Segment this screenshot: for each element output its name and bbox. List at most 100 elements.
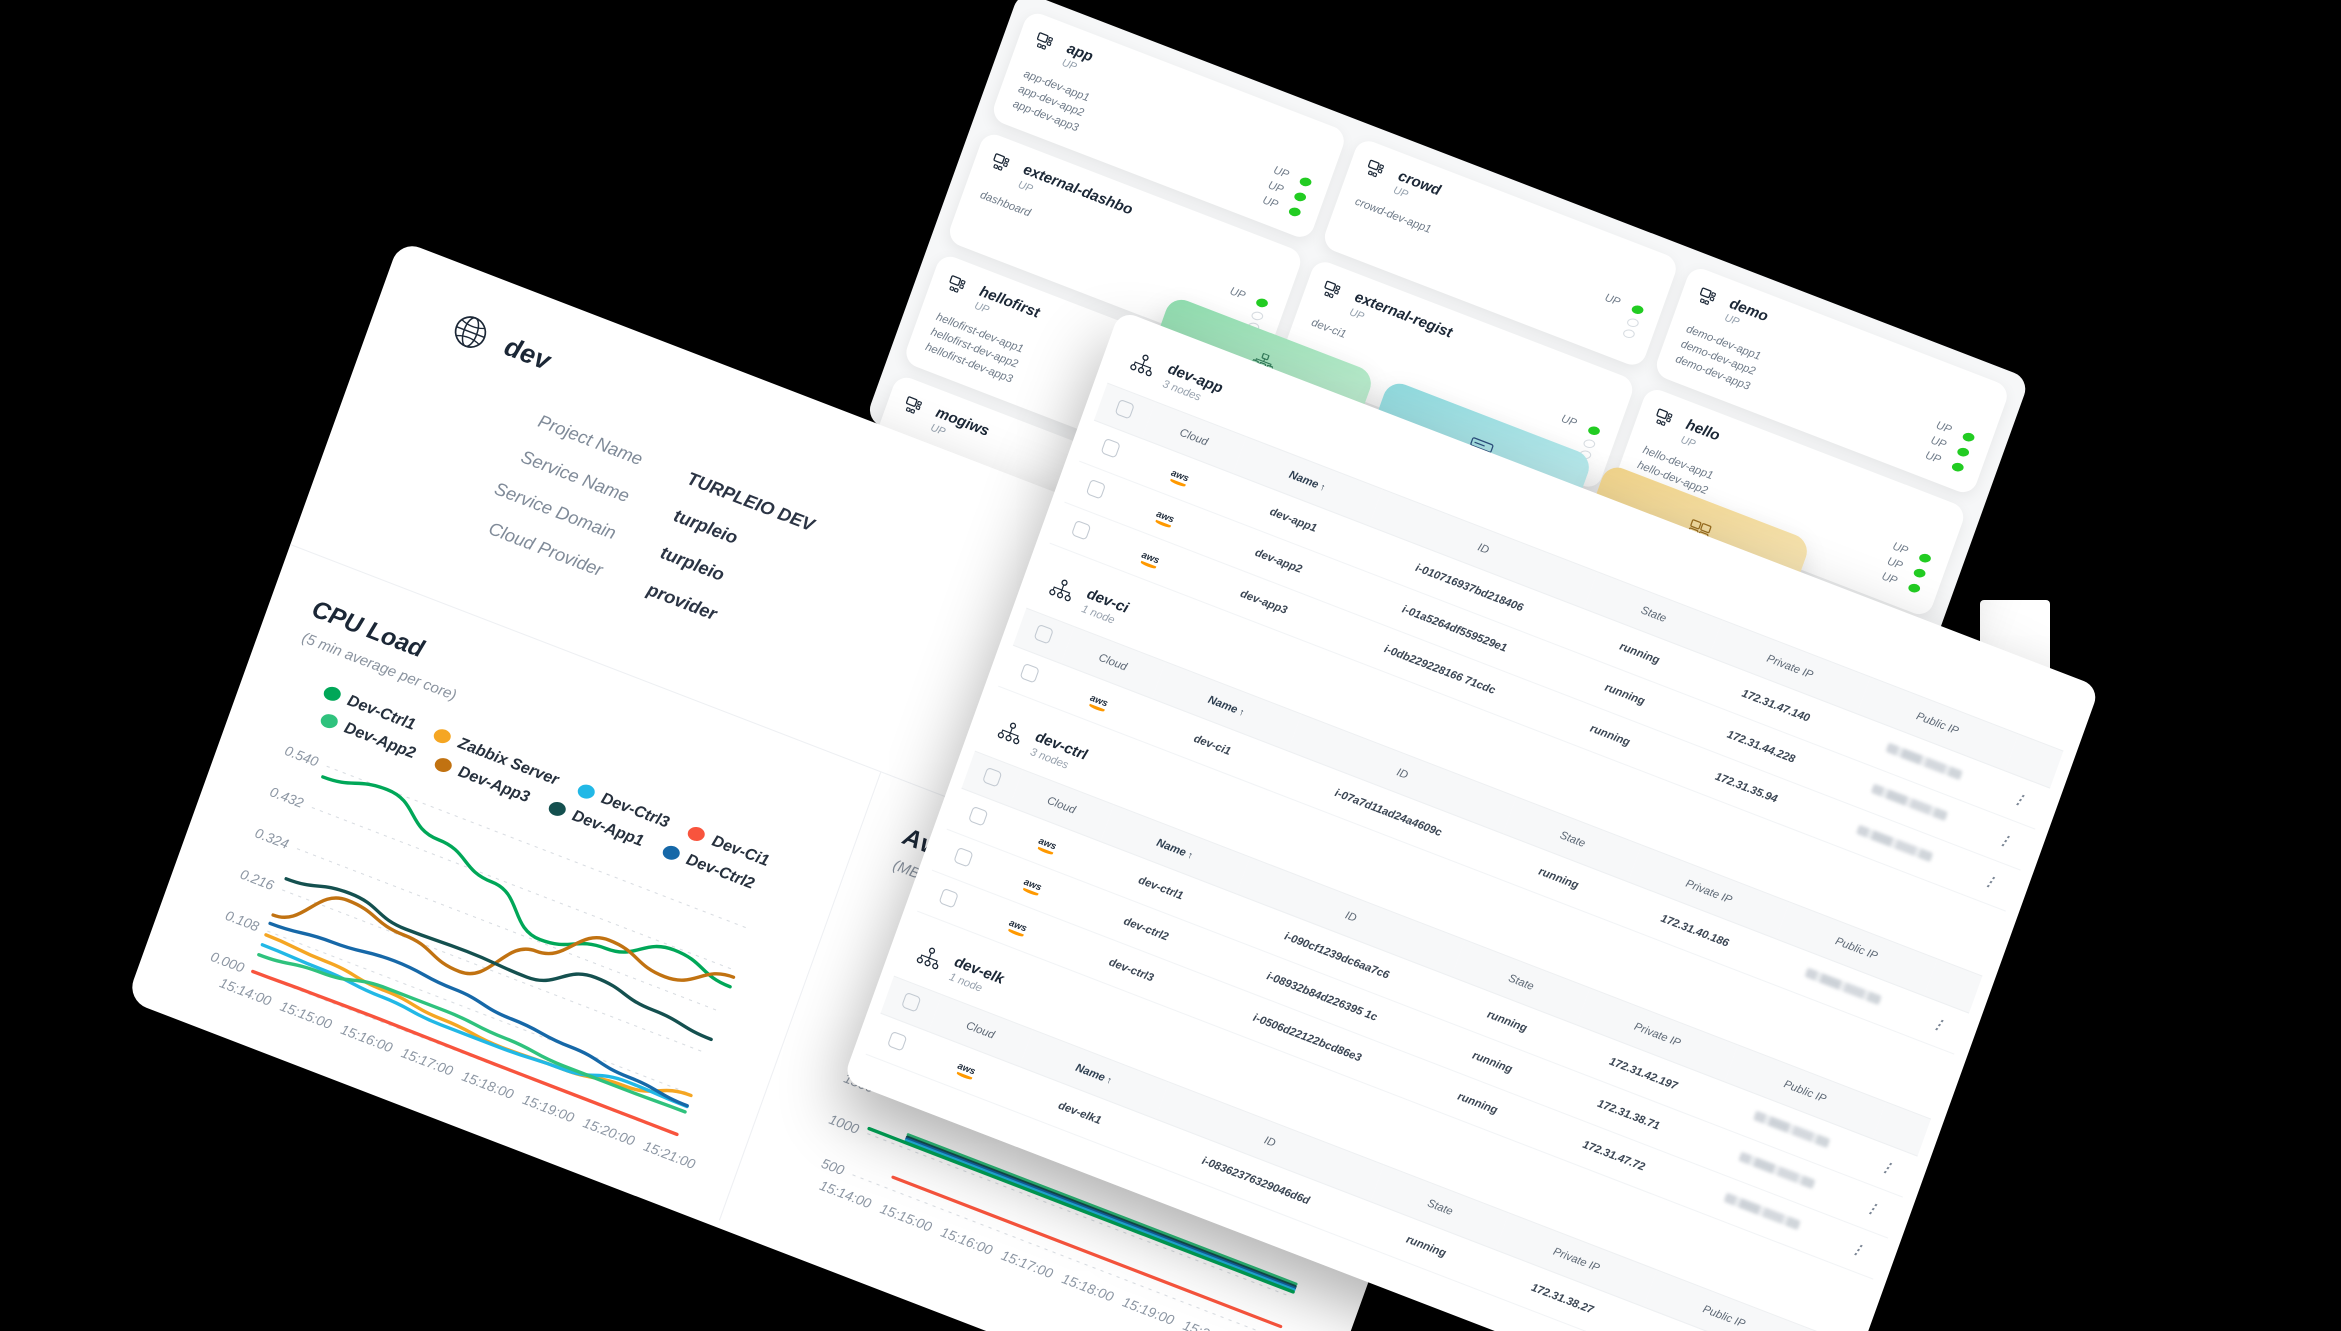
svg-text:15:17:00: 15:17:00: [999, 1247, 1055, 1282]
column-header-label: State: [1506, 971, 1536, 994]
app-cube-icon: [1695, 287, 1721, 313]
svg-text:15:18:00: 15:18:00: [460, 1068, 516, 1103]
svg-text:15:17:00: 15:17:00: [399, 1044, 455, 1079]
app-cube-icon: [901, 396, 927, 422]
more-options-icon[interactable]: ⋮: [1929, 1014, 1948, 1034]
more-options-icon[interactable]: ⋮: [1863, 1198, 1882, 1218]
svg-text:15:18:00: 15:18:00: [1060, 1270, 1116, 1305]
svg-text:0.540: 0.540: [283, 742, 321, 770]
sort-ascending-icon: ↑: [1102, 1073, 1114, 1087]
column-header-label: Private IP: [1683, 877, 1734, 907]
status-dot-up: [1913, 568, 1926, 579]
svg-text:0.324: 0.324: [253, 825, 291, 853]
legend-color-dot: [433, 728, 452, 744]
legend-color-dot: [548, 801, 566, 817]
select-all-checkbox[interactable]: [901, 991, 922, 1013]
status-dot-up: [1957, 447, 1970, 457]
row-checkbox[interactable]: [938, 887, 960, 909]
app-card-heading: crowd UP: [1391, 167, 1443, 212]
app-cube-icon: [1364, 159, 1390, 185]
aws-logo-icon: aws: [1021, 876, 1044, 897]
svg-text:15:20:00: 15:20:00: [581, 1114, 637, 1149]
status-dot-up: [1951, 462, 1964, 472]
status-dot-up: [1631, 304, 1644, 315]
column-header-label: Cloud: [1177, 426, 1210, 449]
select-all-checkbox[interactable]: [1114, 398, 1136, 420]
status-dot-empty: [1582, 439, 1595, 449]
column-header-label: Cloud: [1045, 794, 1078, 817]
column-header-label: Name: [1287, 468, 1321, 492]
status-dot-up: [1299, 177, 1312, 187]
column-header-label: Public IP: [1701, 1302, 1747, 1331]
row-checkbox[interactable]: [1086, 478, 1107, 500]
select-all-checkbox[interactable]: [982, 766, 1003, 788]
column-header-label: Private IP: [1551, 1245, 1602, 1275]
app-card-heading: hello UP: [1679, 416, 1722, 458]
app-cube-icon: [945, 274, 971, 300]
svg-text:0.216: 0.216: [238, 866, 276, 894]
status-dot-up: [1256, 298, 1269, 308]
row-checkbox[interactable]: [953, 846, 974, 868]
column-header-label: ID: [1475, 540, 1491, 557]
column-header-label: ID: [1394, 765, 1410, 782]
column-header-label: Private IP: [1632, 1020, 1683, 1050]
more-options-icon[interactable]: ⋮: [1848, 1239, 1867, 1259]
aws-logo-icon: aws: [1007, 917, 1029, 938]
aws-logo-icon: aws: [1154, 508, 1176, 529]
app-card-heading: app UP: [1060, 39, 1095, 78]
info-value: turpleio: [657, 542, 727, 586]
aws-logo-icon: aws: [955, 1060, 977, 1081]
more-options-icon[interactable]: ⋮: [1878, 1157, 1897, 1177]
sort-ascending-icon: ↑: [1316, 480, 1327, 494]
sort-ascending-icon: ↑: [1183, 848, 1195, 862]
column-header-label: Name: [1154, 836, 1188, 860]
column-header-label: Cloud: [964, 1019, 997, 1042]
cluster-meta: dev-ctrl 3 nodes: [1028, 727, 1089, 776]
more-options-icon[interactable]: ⋮: [1981, 871, 2000, 891]
more-options-icon[interactable]: ⋮: [2010, 789, 2029, 809]
column-header-label: ID: [1262, 1133, 1278, 1150]
column-header-label: Name: [1073, 1061, 1107, 1085]
aws-logo-icon: aws: [1169, 467, 1191, 488]
cluster-icon: [1127, 350, 1158, 382]
legend-color-dot: [687, 826, 706, 842]
svg-text:15:16:00: 15:16:00: [939, 1224, 995, 1259]
status-dot-empty: [1251, 311, 1264, 321]
column-header-label: ID: [1343, 908, 1359, 925]
legend-color-dot: [323, 686, 341, 702]
status-dot-empty: [1626, 317, 1639, 328]
app-card-heading: demo UP: [1723, 294, 1771, 338]
cluster-meta: dev-app 3 nodes: [1161, 359, 1225, 410]
row-checkbox[interactable]: [887, 1030, 908, 1052]
svg-text:500: 500: [819, 1155, 846, 1178]
svg-text:15:16:00: 15:16:00: [339, 1021, 395, 1056]
legend-color-dot: [577, 784, 595, 799]
legend-color-dot: [662, 845, 680, 861]
column-header-label: State: [1639, 603, 1668, 626]
svg-text:15:14:00: 15:14:00: [218, 974, 274, 1009]
svg-text:1000: 1000: [827, 1111, 862, 1137]
svg-text:15:20:00: 15:20:00: [1181, 1317, 1237, 1331]
row-checkbox[interactable]: [1071, 519, 1092, 541]
aws-logo-icon: aws: [1088, 692, 1110, 713]
sort-ascending-icon: ↑: [1235, 705, 1246, 719]
column-header-label: State: [1425, 1196, 1455, 1219]
svg-text:15:19:00: 15:19:00: [1120, 1293, 1176, 1328]
screenshot-stage: app UP app-dev-app1 UP app-dev-app2 UP app-dev…: [0, 0, 2341, 1331]
more-options-icon[interactable]: ⋮: [1996, 830, 2015, 850]
select-all-checkbox[interactable]: [1033, 623, 1055, 645]
svg-text:15:15:00: 15:15:00: [278, 998, 334, 1033]
row-checkbox[interactable]: [1100, 437, 1122, 459]
column-header-label: Public IP: [1833, 934, 1880, 963]
svg-text:15:19:00: 15:19:00: [520, 1091, 576, 1126]
svg-text:15:14:00: 15:14:00: [818, 1177, 874, 1212]
aws-logo-icon: aws: [1036, 835, 1058, 856]
row-checkbox[interactable]: [968, 805, 989, 827]
svg-text:15:15:00: 15:15:00: [878, 1200, 934, 1235]
info-value: provider: [644, 579, 720, 625]
cluster-icon: [995, 718, 1026, 750]
cluster-icon: [1046, 575, 1077, 607]
row-checkbox[interactable]: [1019, 662, 1041, 684]
aws-logo-icon: aws: [1139, 549, 1161, 570]
app-cube-icon: [1320, 281, 1346, 307]
